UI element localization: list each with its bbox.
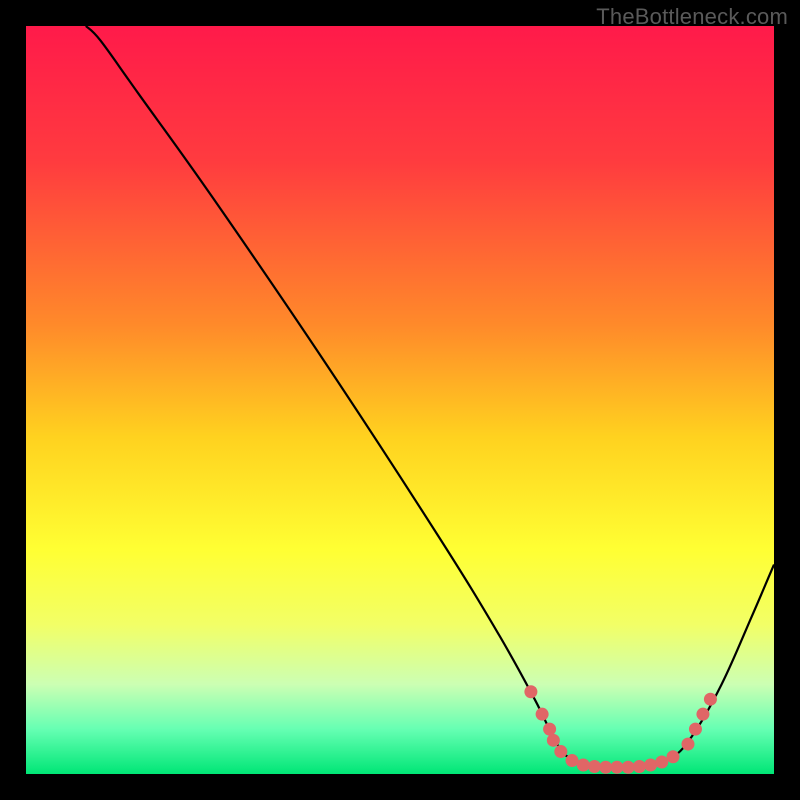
data-marker [644, 759, 657, 772]
data-marker [547, 734, 560, 747]
data-marker [536, 708, 549, 721]
data-marker [689, 723, 702, 736]
data-marker [681, 738, 694, 751]
data-marker [704, 693, 717, 706]
data-marker [610, 761, 623, 774]
data-marker [696, 708, 709, 721]
data-marker [524, 685, 537, 698]
data-marker [554, 745, 567, 758]
watermark-text: TheBottleneck.com [596, 4, 788, 30]
chart-background [26, 26, 774, 774]
chart-plot-area [26, 26, 774, 774]
data-marker [577, 759, 590, 772]
data-marker [599, 761, 612, 774]
data-marker [588, 760, 601, 773]
data-marker [622, 761, 635, 774]
data-marker [655, 756, 668, 769]
data-marker [543, 723, 556, 736]
chart-svg [26, 26, 774, 774]
data-marker [667, 750, 680, 763]
data-marker [633, 760, 646, 773]
data-marker [566, 754, 579, 767]
